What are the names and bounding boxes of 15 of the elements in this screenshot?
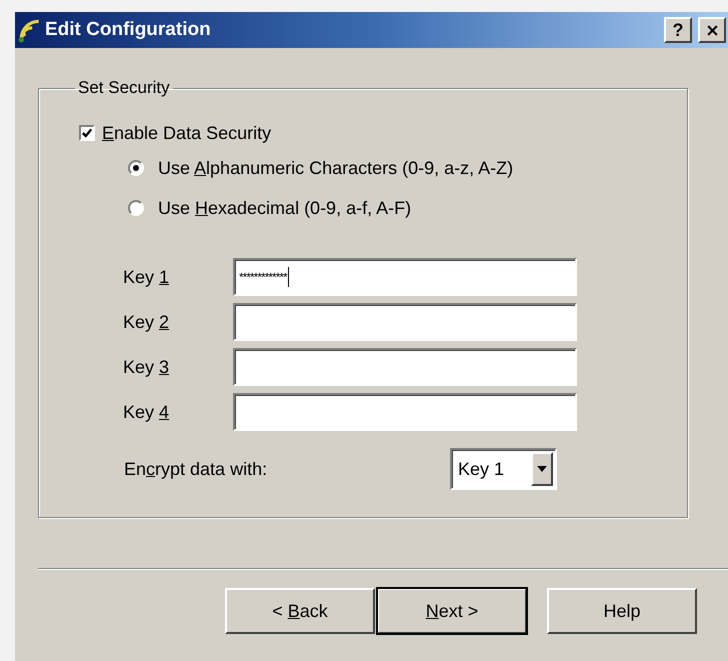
group-title: Set Security [77, 78, 171, 98]
dialog-button[interactable]: < Back [225, 588, 375, 634]
field-label: Key 1 [123, 266, 170, 288]
window-title: Edit Configuration [45, 19, 211, 41]
field-label: Key 3 [123, 356, 170, 378]
field-label: Encrypt data with: [124, 458, 268, 480]
checkbox-label: Enable Data Security [102, 122, 272, 144]
field-label: Key 4 [123, 402, 170, 422]
dialog-button[interactable]: Help [547, 588, 697, 634]
field-label: Key 2 [123, 312, 170, 332]
help-button[interactable]: ? [664, 17, 692, 43]
dialog-button[interactable]: Next > [377, 588, 527, 634]
input-field[interactable]: ************* [233, 258, 577, 296]
radio-label: Use Hexadecimal (0-9, a-f, A-F) [158, 198, 412, 218]
radio-label: Use Alphanumeric Characters (0-9, a-z, A-Z) [158, 158, 514, 178]
